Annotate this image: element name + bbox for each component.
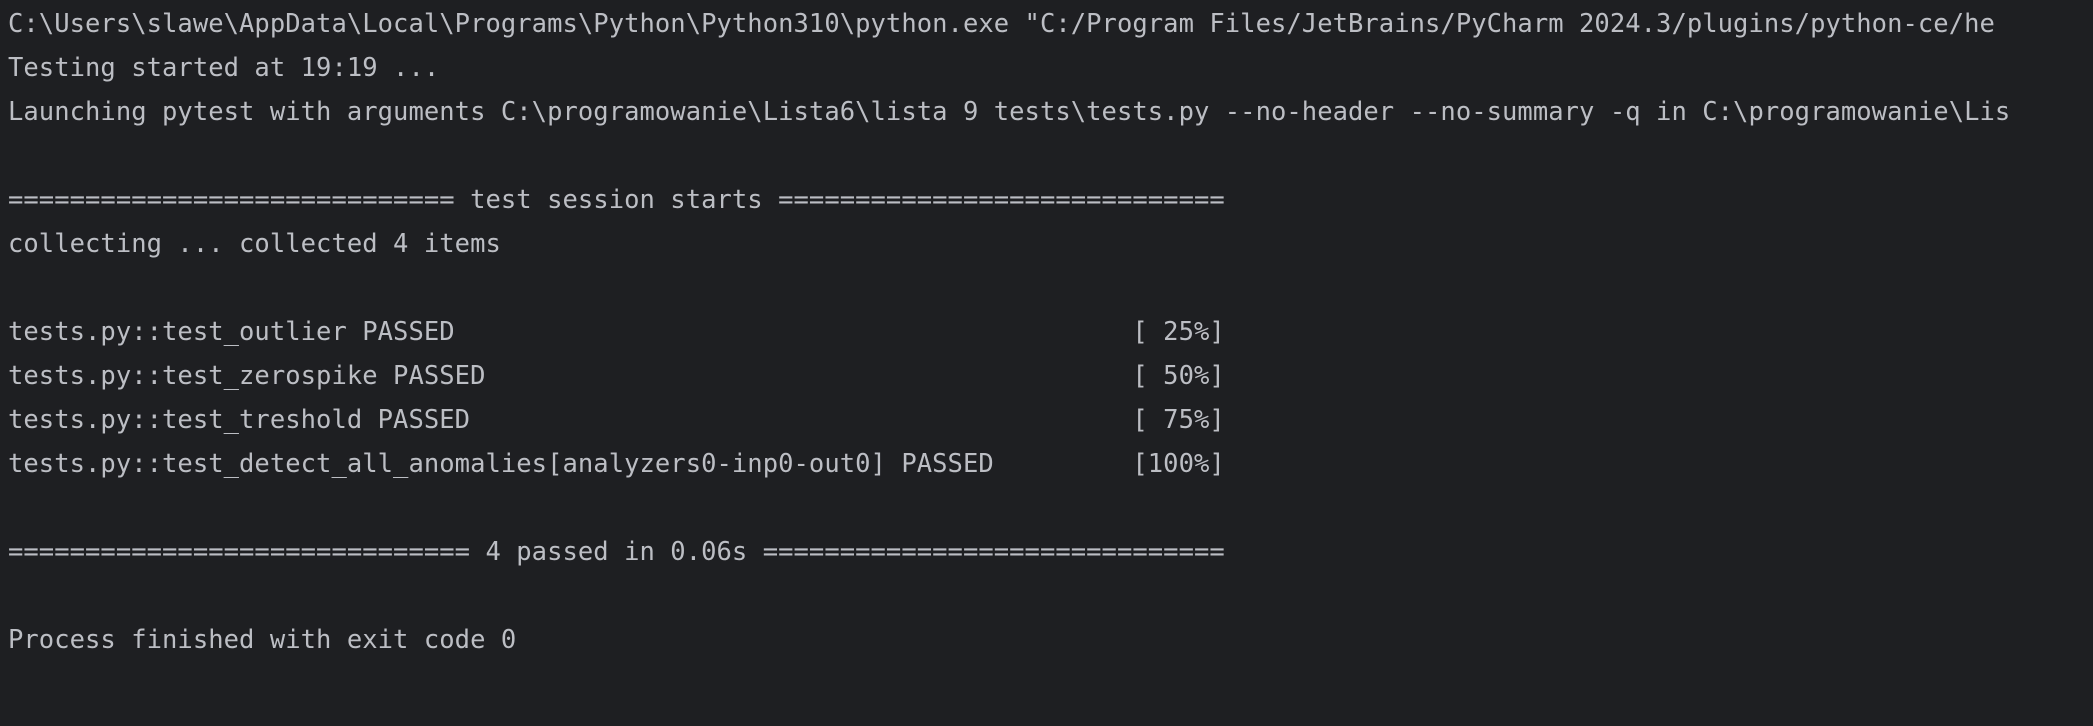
testing-started-line: Testing started at 19:19 ...: [8, 53, 440, 83]
launching-pytest-line: Launching pytest with arguments C:\progr…: [8, 97, 2011, 127]
collecting-line: collecting ... collected 4 items: [8, 229, 501, 259]
process-finished-line: Process finished with exit code 0: [8, 625, 517, 655]
test-result-line: tests.py::test_detect_all_anomalies[anal…: [8, 449, 1225, 479]
test-result-line: tests.py::test_zerospike PASSED [ 50%]: [8, 361, 1225, 391]
command-line: C:\Users\slawe\AppData\Local\Programs\Py…: [8, 9, 1995, 39]
test-result-line: tests.py::test_outlier PASSED [ 25%]: [8, 317, 1225, 347]
run-console-output[interactable]: C:\Users\slawe\AppData\Local\Programs\Py…: [0, 0, 2093, 726]
session-start-banner: ============================= test sessi…: [8, 185, 1225, 215]
summary-banner: ============================== 4 passed …: [8, 537, 1225, 567]
test-result-line: tests.py::test_treshold PASSED [ 75%]: [8, 405, 1225, 435]
